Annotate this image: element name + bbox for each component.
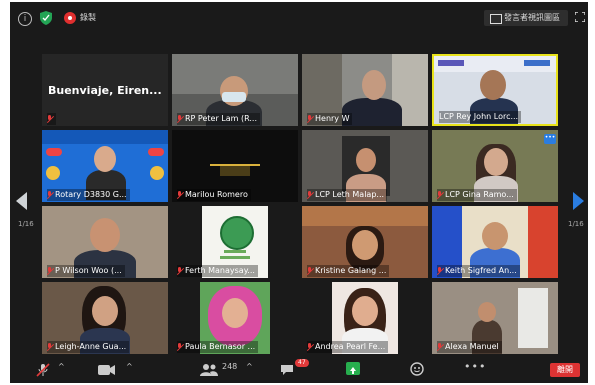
- participant-label: Paula Bernasor ...: [177, 341, 259, 353]
- participant-label: Keith Sigfred An...: [437, 265, 520, 277]
- participants-icon[interactable]: [200, 364, 218, 376]
- view-label: 發言者視訊圖區: [504, 13, 560, 22]
- shield-icon[interactable]: [40, 11, 52, 25]
- participant-label: [47, 113, 56, 125]
- participant-label: RP Peter Lam (R...: [177, 113, 260, 125]
- share-screen-icon: [350, 367, 356, 374]
- previous-page-arrow-icon[interactable]: [16, 192, 27, 210]
- participant-tile[interactable]: Paula Bernasor ...: [172, 282, 298, 354]
- participant-label: Marilou Romero: [177, 189, 251, 201]
- zoom-meeting-window: i 錄製 發言者視訊圖區 1/16 1/16 Buenviaje, Eiren.…: [10, 2, 588, 383]
- fullscreen-icon[interactable]: [575, 12, 585, 22]
- participant-label: P Wilson Woo (...: [47, 265, 125, 277]
- view-toggle-button[interactable]: 發言者視訊圖區: [484, 10, 568, 26]
- participant-label: Rotary D3830 G...: [47, 189, 130, 201]
- muted-mic-icon: [47, 267, 53, 275]
- muted-mic-icon: [307, 343, 313, 351]
- muted-mic-icon: [177, 191, 183, 199]
- participant-tile[interactable]: Keith Sigfred An...: [432, 206, 558, 278]
- participant-tile[interactable]: RP Peter Lam (R...: [172, 54, 298, 126]
- participant-label: LCP Rey John Lorc...: [439, 111, 522, 123]
- muted-mic-icon: [307, 115, 313, 123]
- muted-mic-icon: [177, 343, 183, 351]
- muted-mic-icon: [307, 267, 313, 275]
- muted-mic-icon: [177, 267, 183, 275]
- muted-mic-icon: [47, 115, 53, 123]
- participant-tile[interactable]: Andrea Pearl Fe...: [302, 282, 428, 354]
- participant-label: Henry W: [307, 113, 353, 125]
- audio-options-chevron-icon[interactable]: ^: [58, 362, 65, 371]
- participant-tile[interactable]: Alexa Manuel: [432, 282, 558, 354]
- muted-mic-icon: [437, 343, 443, 351]
- muted-mic-icon: [437, 267, 443, 275]
- participant-label: Andrea Pearl Fe...: [307, 341, 389, 353]
- muted-mic-icon: [47, 343, 53, 351]
- page-indicator-left: 1/16: [18, 220, 34, 228]
- participant-tile[interactable]: Kristine Galang ...: [302, 206, 428, 278]
- leave-meeting-button[interactable]: 離開: [550, 363, 580, 377]
- info-icon[interactable]: i: [18, 12, 32, 26]
- participant-tile[interactable]: ••• LCP Gina Ramo...: [432, 130, 558, 202]
- more-options-icon[interactable]: •••: [544, 134, 556, 144]
- video-options-chevron-icon[interactable]: ^: [126, 362, 133, 371]
- top-bar: i 錄製 發言者視訊圖區: [10, 2, 588, 36]
- participants-count: 248: [222, 362, 238, 371]
- muted-mic-icon: [177, 115, 183, 123]
- page-indicator-right: 1/16: [568, 220, 584, 228]
- participant-tile[interactable]: Henry W: [302, 54, 428, 126]
- bottom-toolbar: ^ ^ 248 ^ 47 ••• 離開: [10, 355, 588, 383]
- muted-mic-icon: [307, 191, 313, 199]
- participant-tile-active-speaker[interactable]: LCP Rey John Lorc...: [432, 54, 558, 126]
- participant-label: Ferth Manaysay...: [177, 265, 258, 277]
- participant-tile[interactable]: P Wilson Woo (...: [42, 206, 168, 278]
- participant-tile[interactable]: Buenviaje, Eiren...: [42, 54, 168, 126]
- participant-label: Leigh-Anne Gua...: [47, 341, 130, 353]
- participant-tile[interactable]: Marilou Romero: [172, 130, 298, 202]
- share-screen-button[interactable]: [346, 362, 360, 375]
- participant-label: LCP Leth Malap...: [307, 189, 388, 201]
- participant-tile[interactable]: Ferth Manaysay...: [172, 206, 298, 278]
- reactions-icon[interactable]: [410, 362, 424, 376]
- participant-label: Alexa Manuel: [437, 341, 502, 353]
- participant-tile[interactable]: LCP Leth Malap...: [302, 130, 428, 202]
- chat-icon[interactable]: [280, 364, 294, 376]
- next-page-arrow-icon[interactable]: [573, 192, 584, 210]
- participant-tile[interactable]: Leigh-Anne Gua...: [42, 282, 168, 354]
- record-icon[interactable]: [64, 12, 76, 24]
- participant-label: Kristine Galang ...: [307, 265, 390, 277]
- more-menu-icon[interactable]: •••: [464, 360, 486, 373]
- muted-mic-icon: [437, 191, 443, 199]
- recording-label: 錄製: [80, 13, 96, 22]
- participant-name-text: Buenviaje, Eiren...: [48, 84, 162, 97]
- muted-mic-icon: [47, 191, 53, 199]
- participant-tile[interactable]: Rotary D3830 G...: [42, 130, 168, 202]
- participant-label: LCP Gina Ramo...: [437, 189, 517, 201]
- mute-microphone-icon[interactable]: [36, 363, 50, 377]
- grid-view-icon: [490, 14, 502, 24]
- video-camera-icon[interactable]: [98, 364, 116, 376]
- participants-options-chevron-icon[interactable]: ^: [246, 362, 253, 371]
- chat-unread-badge: 47: [295, 359, 309, 367]
